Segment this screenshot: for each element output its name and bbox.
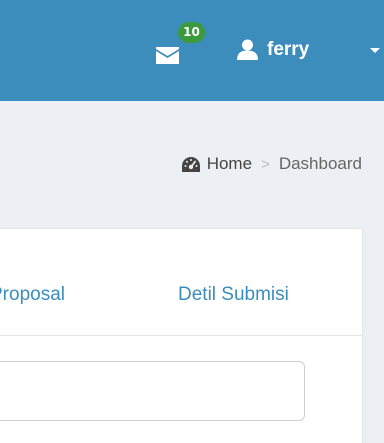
breadcrumb-home-link[interactable]: Home — [181, 154, 253, 174]
dashboard-icon — [181, 156, 200, 172]
caret-down-icon — [370, 48, 380, 53]
user-menu-button[interactable]: ferry — [237, 30, 384, 72]
user-name: ferry — [267, 39, 310, 60]
breadcrumb-separator: > — [261, 155, 270, 173]
breadcrumb-current: Dashboard — [278, 154, 362, 173]
envelope-icon — [156, 47, 179, 64]
content-panel: Proposal Detil Submisi — [0, 228, 363, 443]
top-navbar: 10 ferry — [0, 0, 384, 101]
breadcrumb: Home > Dashboard — [181, 154, 362, 174]
breadcrumb-home-label: Home — [206, 154, 253, 173]
content-header: Home > Dashboard — [0, 101, 384, 204]
tab-detil-submisi[interactable]: Detil Submisi — [178, 284, 289, 306]
tab-proposal[interactable]: Proposal — [0, 284, 65, 306]
tab-bar: Proposal Detil Submisi — [0, 229, 362, 336]
messages-button[interactable]: 10 — [147, 22, 209, 78]
text-input[interactable] — [0, 361, 305, 421]
user-icon — [237, 39, 258, 60]
messages-count-badge: 10 — [178, 22, 205, 43]
